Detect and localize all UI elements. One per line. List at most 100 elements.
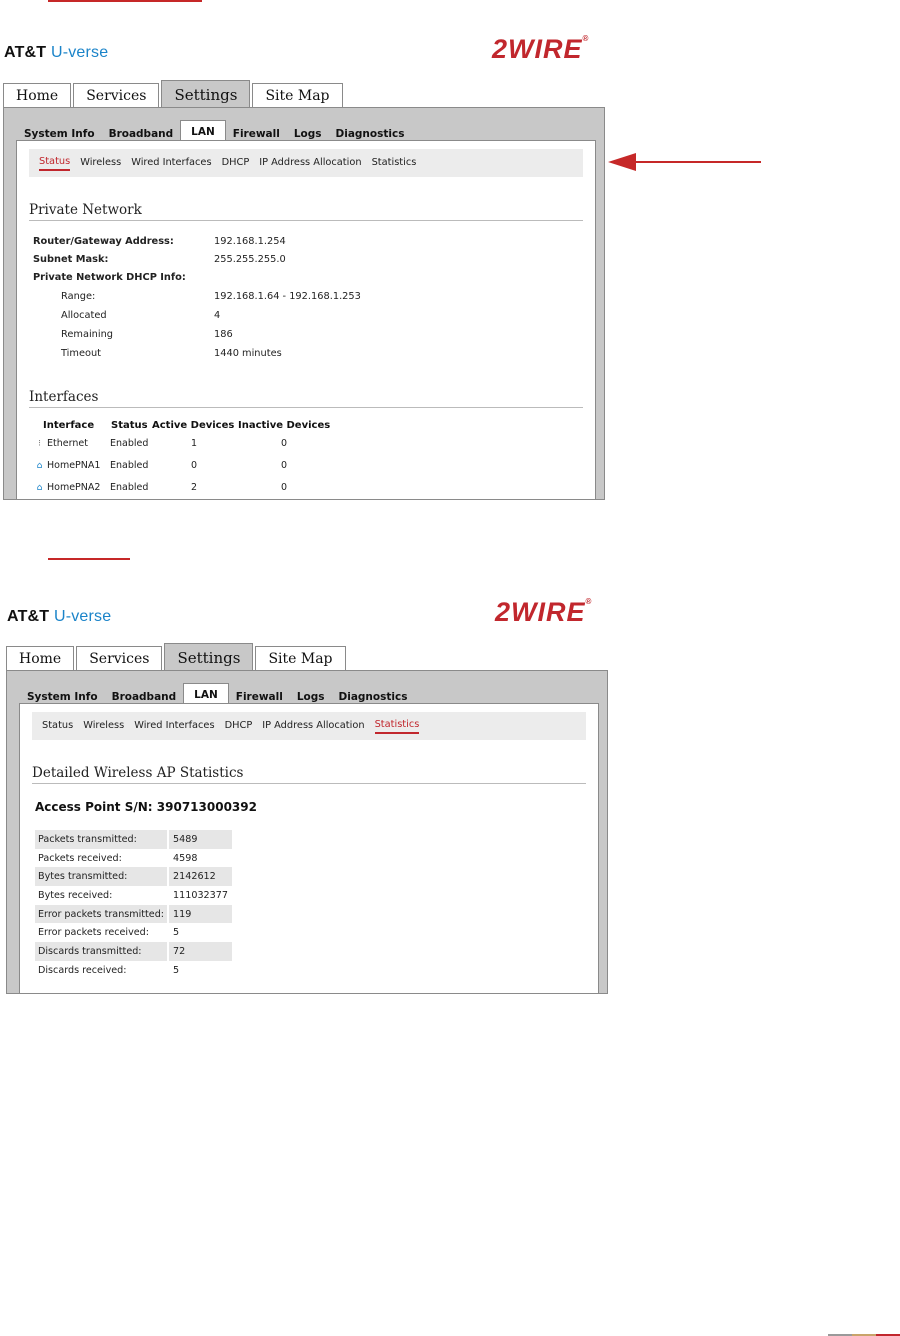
remaining-value: 186 [214,329,233,340]
nav-status[interactable]: Status [39,156,71,171]
interface-row: ⌂ HomePNA1 [35,460,101,471]
nav-status[interactable]: Status [42,720,73,733]
interface-active: 1 [191,438,198,449]
registered-mark: ® [582,34,590,43]
nav-wireless[interactable]: Wireless [80,157,121,170]
nav-dhcp[interactable]: DHCP [222,157,250,170]
lan-status-screenshot: AT&T U-verse 2WIRE® Home Services Settin… [0,0,620,500]
homepna-icon: ⌂ [36,483,43,493]
table-row: Packets received: 4598 [35,848,232,868]
att-wordmark: AT&T [4,44,47,61]
lan-nav: Status Wireless Wired Interfaces DHCP IP… [32,712,586,740]
nav-ip-address-allocation[interactable]: IP Address Allocation [262,720,364,733]
stat-label: Error packets transmitted: [35,904,170,924]
stat-value: 2142612 [168,867,233,887]
stat-value: 111032377 [173,889,228,901]
ethernet-icon: ⁝ [38,439,41,449]
timeout-value: 1440 minutes [214,348,282,359]
table-row: Discards transmitted: 72 [35,942,233,961]
router-address-value: 192.168.1.254 [214,236,286,247]
table-row: Discards received: 5 [35,960,232,980]
tab-home[interactable]: Home [6,646,75,671]
uverse-wordmark: U-verse [50,44,109,61]
nav-dhcp[interactable]: DHCP [225,720,253,733]
table-row: Error packets received: 5 [35,923,232,943]
ap-serial-value: 390713000392 [156,800,257,814]
registered-mark: ® [585,597,593,606]
subnet-mask-value: 255.255.255.0 [214,254,286,265]
interface-row: ⁝ Ethernet [35,438,88,449]
2wire-logo: 2WIRE® [492,34,589,65]
interfaces-title: Interfaces [29,389,583,408]
tab-home[interactable]: Home [3,83,72,108]
tab-settings[interactable]: Settings [161,80,251,108]
interface-inactive: 0 [281,438,288,449]
table-row: Packets transmitted: 5489 [35,830,233,849]
2wire-wordmark: 2WIRE [495,597,586,627]
stat-label: Packets received: [35,848,170,868]
interface-active: 2 [191,482,198,493]
allocated-label: Allocated [61,310,107,321]
interface-name: HomePNA2 [47,482,101,493]
stat-value: 5 [173,927,180,939]
dhcp-info-label: Private Network DHCP Info: [33,272,186,283]
remaining-label: Remaining [61,329,114,340]
tab-site-map[interactable]: Site Map [252,83,343,108]
stat-label: Discards received: [35,960,170,980]
stat-label: Discards transmitted: [35,942,170,961]
tab-services[interactable]: Services [73,83,160,108]
interface-inactive: 0 [281,460,288,471]
interface-status: Enabled [110,460,149,471]
table-row: Error packets transmitted: 119 [35,904,233,924]
lan-content: Status Wireless Wired Interfaces DHCP IP… [16,140,596,499]
table-row: Bytes transmitted: 2142612 [35,867,233,887]
col-inactive-devices: Inactive Devices [238,420,331,431]
section-title: Private Network [29,202,583,221]
nav-statistics[interactable]: Statistics [372,157,417,170]
main-tabs: Home Services Settings Site Map [3,80,345,108]
2wire-logo: 2WIRE® [495,597,592,628]
att-wordmark: AT&T [7,608,50,625]
att-uverse-logo: AT&T U-verse [4,44,108,62]
interface-name: HomePNA1 [47,460,101,471]
uverse-wordmark: U-verse [53,608,112,625]
settings-frame: System Info Broadband LAN Firewall Logs … [3,107,605,500]
interface-inactive: 0 [281,482,288,493]
homepna-icon: ⌂ [36,461,43,471]
nav-statistics[interactable]: Statistics [374,719,420,734]
stat-value: 72 [168,942,233,961]
tab-settings[interactable]: Settings [164,643,254,671]
annotation-arrow-icon [608,153,761,171]
nav-wireless[interactable]: Wireless [83,720,124,733]
interface-active: 0 [191,460,198,471]
lan-nav: Status Wireless Wired Interfaces DHCP IP… [29,149,583,177]
nav-wired-interfaces[interactable]: Wired Interfaces [134,720,214,733]
col-active-devices: Active Devices [152,420,235,431]
nav-ip-address-allocation[interactable]: IP Address Allocation [259,157,361,170]
col-status: Status [111,420,148,431]
table-row: Bytes received: 111032377 [35,886,232,905]
settings-frame: System Info Broadband LAN Firewall Logs … [6,670,608,994]
interface-row: ⌂ HomePNA2 [35,482,101,493]
stat-value: 5489 [168,830,233,849]
stat-label: Packets transmitted: [35,830,170,849]
allocated-value: 4 [214,310,221,321]
stat-label: Error packets received: [35,923,170,943]
col-interface: Interface [43,420,95,431]
subnet-mask-label: Subnet Mask: [33,254,109,265]
stat-value: 4598 [173,852,198,864]
tab-site-map[interactable]: Site Map [255,646,346,671]
interface-status: Enabled [110,438,149,449]
access-point-serial: Access Point S/N: 390713000392 [35,800,257,814]
section-title: Detailed Wireless AP Statistics [32,765,586,784]
interface-status: Enabled [110,482,149,493]
range-value: 192.168.1.64 - 192.168.1.253 [214,291,361,302]
nav-wired-interfaces[interactable]: Wired Interfaces [131,157,211,170]
stat-label: Bytes received: [35,886,170,905]
interface-name: Ethernet [47,438,88,449]
ap-serial-label: Access Point S/N: [35,800,153,814]
range-label: Range: [61,291,96,302]
stat-value: 5 [173,964,180,976]
tab-services[interactable]: Services [76,646,163,671]
stat-label: Bytes transmitted: [35,867,170,887]
